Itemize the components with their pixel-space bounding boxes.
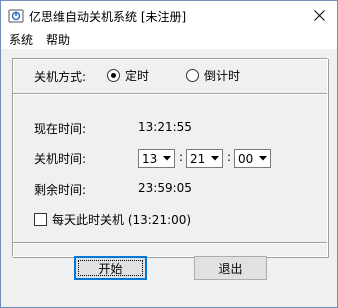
app-power-icon — [8, 8, 24, 24]
hour-select[interactable]: 13 — [138, 149, 175, 168]
hour-value: 13 — [142, 151, 158, 166]
shutdown-time-label: 关机时间: — [34, 152, 87, 166]
divider-bottom — [13, 242, 327, 244]
menu-help[interactable]: 帮助 — [44, 31, 72, 48]
second-value: 00 — [238, 151, 254, 166]
daily-shutdown-checkbox[interactable]: 每天此时关机 (13:21:00) — [34, 211, 191, 228]
minute-value: 21 — [190, 151, 206, 166]
remaining-time-value: 23:59:05 — [138, 181, 192, 195]
checkbox-indicator — [34, 213, 47, 226]
window-title: 亿思维自动关机系统 [未注册] — [29, 10, 187, 24]
chevron-down-icon[interactable] — [207, 150, 222, 167]
daily-shutdown-label: 每天此时关机 (13:21:00) — [52, 213, 192, 227]
app-window: 亿思维自动关机系统 [未注册] 系统 帮助 关机方式: 定时 倒计时 现在时间:… — [0, 0, 338, 308]
radio-scheduled[interactable]: 定时 — [107, 67, 149, 84]
radio-scheduled-indicator — [107, 69, 120, 82]
menu-system[interactable]: 系统 — [7, 31, 35, 48]
exit-button-label: 退出 — [218, 261, 243, 276]
start-button[interactable]: 开始 — [74, 256, 147, 280]
current-time-label: 现在时间: — [34, 122, 87, 136]
focus-rectangle — [78, 260, 143, 276]
time-separator: : — [179, 150, 184, 164]
current-time-value: 13:21:55 — [138, 120, 192, 134]
menu-bar: 系统 帮助 — [1, 30, 337, 49]
second-select[interactable]: 00 — [234, 149, 271, 168]
shutdown-mode-label: 关机方式: — [34, 70, 87, 84]
radio-countdown-indicator — [186, 69, 199, 82]
close-button[interactable] — [301, 1, 337, 30]
divider-top — [13, 93, 327, 95]
radio-scheduled-label: 定时 — [125, 69, 150, 83]
time-separator: : — [227, 150, 232, 164]
client-area: 关机方式: 定时 倒计时 现在时间: 13:21:55 关机时间: 13 : 2… — [1, 49, 337, 307]
title-bar[interactable]: 亿思维自动关机系统 [未注册] — [1, 1, 337, 30]
minute-select[interactable]: 21 — [186, 149, 223, 168]
close-icon — [313, 10, 325, 21]
chevron-down-icon[interactable] — [255, 150, 270, 167]
radio-selected-dot — [111, 73, 116, 78]
remaining-time-label: 剩余时间: — [34, 183, 87, 197]
exit-button[interactable]: 退出 — [194, 256, 267, 280]
radio-countdown-label: 倒计时 — [204, 69, 241, 83]
radio-countdown[interactable]: 倒计时 — [186, 67, 240, 84]
chevron-down-icon[interactable] — [159, 150, 174, 167]
